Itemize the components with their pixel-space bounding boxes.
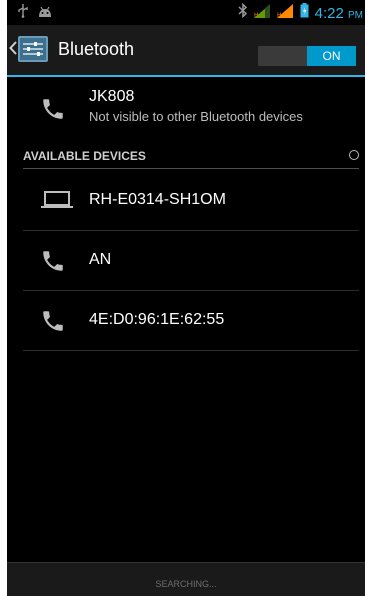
- device-name: 4E:D0:96:1E:62:55: [89, 311, 225, 328]
- this-device-item[interactable]: JK808 Not visible to other Bluetooth dev…: [7, 77, 365, 139]
- battery-icon: [300, 3, 309, 23]
- up-caret-icon[interactable]: [9, 41, 17, 60]
- page-title: Bluetooth: [58, 39, 135, 59]
- visibility-status: Not visible to other Bluetooth devices: [89, 109, 303, 124]
- section-title: AVAILABLE DEVICES: [23, 149, 146, 163]
- status-bar: H H 4:22 PM: [7, 0, 365, 25]
- svg-text:H: H: [277, 12, 282, 18]
- status-time: 4:22 PM: [314, 4, 363, 22]
- usb-icon: [17, 4, 29, 23]
- signal-2-icon: H: [276, 3, 294, 23]
- svg-text:H: H: [254, 12, 259, 18]
- device-name: AN: [89, 251, 112, 268]
- phone-icon: [40, 248, 66, 279]
- bluetooth-icon: [238, 2, 248, 23]
- divider: [23, 350, 359, 351]
- laptop-icon: [40, 191, 74, 214]
- list-item[interactable]: 4E:D0:96:1E:62:55: [7, 291, 365, 351]
- list-item[interactable]: RH-E0314-SH1OM: [7, 171, 365, 231]
- bluetooth-toggle[interactable]: ON: [258, 46, 356, 66]
- phone-icon: [40, 96, 66, 127]
- toggle-on-label: ON: [307, 46, 356, 66]
- phone-icon: [40, 308, 66, 339]
- android-debug-icon: [37, 5, 53, 23]
- bluetooth-settings-app-icon[interactable]: [17, 35, 49, 63]
- searching-spinner-icon: [349, 150, 359, 160]
- action-bar: Bluetooth ON: [7, 25, 365, 77]
- available-devices-header: AVAILABLE DEVICES: [23, 147, 359, 169]
- signal-1-icon: H: [253, 3, 271, 23]
- bottom-action-bar: SEARCHING...: [7, 562, 365, 596]
- device-name: JK808: [89, 88, 135, 105]
- screen: H H 4:22 PM Bluetooth ON JK808 Not visib…: [7, 0, 365, 596]
- searching-button[interactable]: SEARCHING...: [7, 579, 365, 589]
- device-name: RH-E0314-SH1OM: [89, 191, 226, 208]
- list-item[interactable]: AN: [7, 231, 365, 291]
